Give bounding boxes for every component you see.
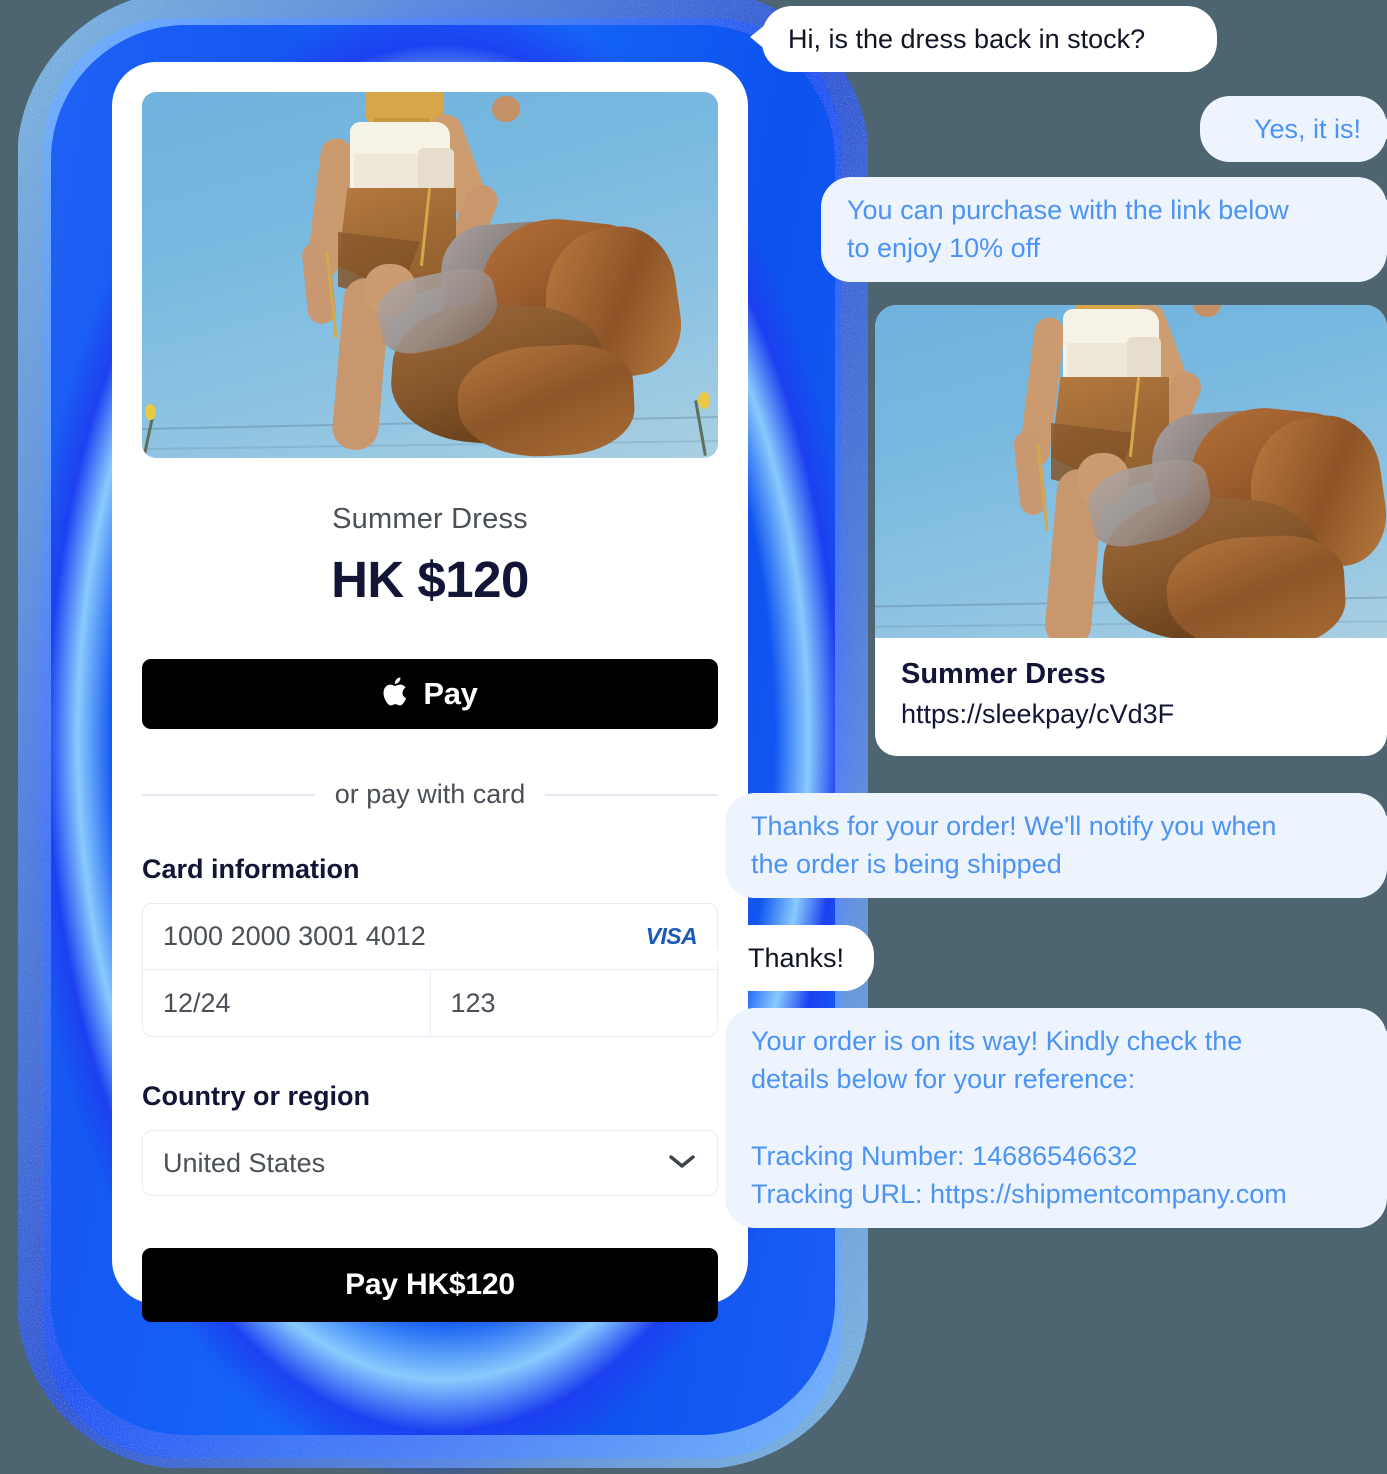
chat-message-outgoing-2[interactable]: You can purchase with the link below to … (821, 177, 1387, 282)
divider-or-pay-with-card: or pay with card (142, 779, 718, 810)
chat-message-outgoing-3[interactable]: Thanks for your order! We'll notify you … (725, 793, 1387, 898)
card-cvc-input[interactable]: 123 (429, 970, 718, 1036)
screenshot-root: Summer Dress HK $120 Pay or pay with car… (0, 0, 1387, 1474)
country-label: Country or region (142, 1081, 370, 1111)
link-card-title: Summer Dress (901, 658, 1106, 690)
chat-message-outgoing-1[interactable]: Yes, it is! (1200, 96, 1387, 163)
apple-pay-label: Pay (423, 676, 478, 711)
card-expiry-input[interactable]: 12/24 (143, 970, 430, 1036)
pay-button[interactable]: Pay HK$120 (142, 1248, 718, 1322)
chat-message-incoming-2[interactable]: Thanks! (710, 925, 874, 992)
product-title: Summer Dress (332, 503, 528, 535)
checkout-card: Summer Dress HK $120 Pay or pay with car… (112, 62, 748, 1322)
chevron-down-icon (667, 1152, 697, 1175)
visa-icon: VISA (645, 923, 698, 949)
card-number-value: 1000 2000 3001 4012 (163, 921, 426, 951)
link-card-url[interactable]: https://sleekpay/cVd3F (901, 699, 1361, 730)
country-select[interactable]: United States (142, 1130, 718, 1196)
divider-label: or pay with card (334, 779, 526, 809)
card-cvc-value: 123 (450, 987, 496, 1018)
chat-thread: Hi, is the dress back in stock? Yes, it … (700, 0, 1387, 1474)
divider-rule-right (545, 793, 718, 796)
product-price: HK $120 (331, 551, 529, 608)
chat-message-incoming-1[interactable]: Hi, is the dress back in stock? (750, 6, 1217, 73)
link-card-photo (875, 305, 1387, 638)
chat-message-outgoing-4[interactable]: Your order is on its way! Kindly check t… (725, 1008, 1387, 1228)
card-information-group: 1000 2000 3001 4012 VISA 12/24 123 (142, 903, 718, 1037)
chat-product-link-card[interactable]: Summer Dress https://sleekpay/cVd3F (875, 305, 1387, 756)
apple-logo-icon (382, 675, 410, 714)
card-information-label: Card information (142, 854, 360, 884)
card-expiry-value: 12/24 (163, 987, 231, 1018)
divider-rule-left (142, 793, 315, 796)
country-value: United States (163, 1147, 326, 1178)
card-number-input[interactable]: 1000 2000 3001 4012 VISA (143, 904, 717, 970)
product-photo (142, 92, 718, 458)
apple-pay-button[interactable]: Pay (142, 659, 718, 729)
